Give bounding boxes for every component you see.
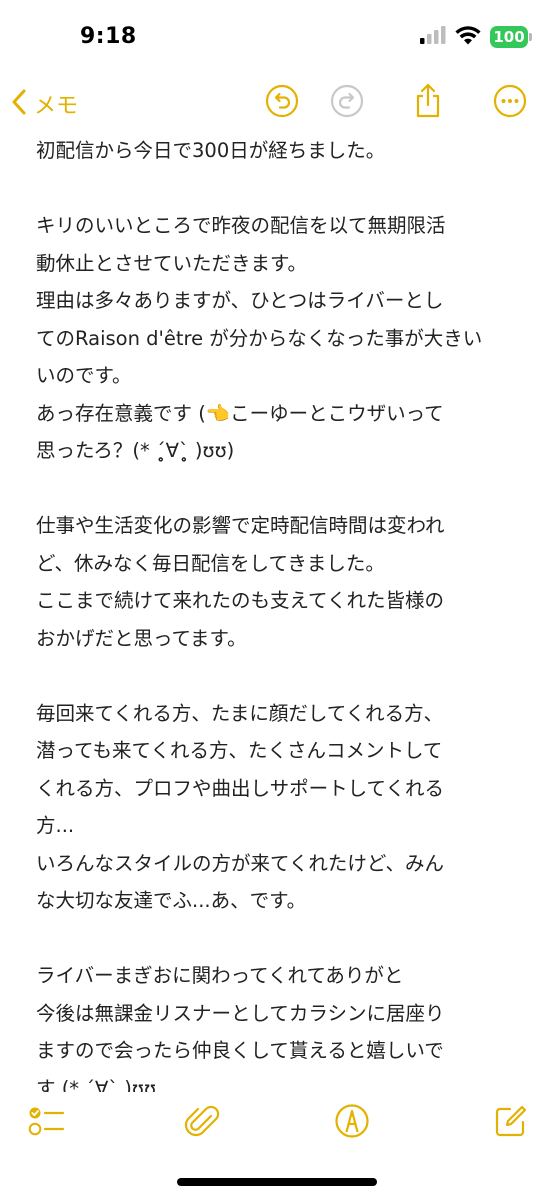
note-line: 思ったろ？(* ˊ̥̥̥̥̥∀ˋ̥̥̥̥̥ )ʊʊ) bbox=[36, 439, 235, 462]
note-line: 潜っても来てくれる方、たくさんコメントして bbox=[36, 739, 443, 762]
undo-button[interactable] bbox=[262, 83, 302, 123]
note-line: ここまで続けて来れたのも支えてくれた皆様の bbox=[36, 589, 444, 612]
bottom-toolbar bbox=[0, 1098, 554, 1148]
back-label: メモ bbox=[34, 94, 79, 119]
battery-icon: 100 bbox=[490, 26, 532, 48]
status-indicators: 100 bbox=[420, 25, 532, 49]
compose-icon bbox=[494, 1104, 528, 1142]
redo-icon bbox=[330, 84, 364, 122]
note-body[interactable]: 初配信から今日で300日が経ちました。キリのいいところで昨夜の配信を以て無期限活… bbox=[36, 132, 526, 1092]
battery-level: 100 bbox=[493, 28, 525, 46]
status-time: 9:18 bbox=[80, 24, 137, 49]
note-line: 今後は無課金リスナーとしてカラシンに居座り bbox=[36, 1001, 445, 1025]
note-line: 動休止とさせていただきます。 bbox=[36, 251, 308, 275]
note-line: あっ存在意義です (👈こーゆーとこウザいって bbox=[36, 401, 444, 425]
checklist-button[interactable] bbox=[26, 1102, 68, 1144]
cellular-signal-icon bbox=[420, 26, 446, 48]
nav-bar: メモ bbox=[0, 76, 554, 132]
note-line: 方... bbox=[36, 814, 75, 837]
note-line: キリのいいところで昨夜の配信を以て無期限活 bbox=[36, 214, 446, 237]
notes-screen: 9:18 100 メモ 初配信から今日で300日が経ちました。 キリのいいところ… bbox=[0, 0, 554, 1200]
note-line bbox=[36, 920, 526, 958]
checklist-icon bbox=[28, 1104, 66, 1142]
compose-button[interactable] bbox=[490, 1102, 532, 1144]
attachment-button[interactable] bbox=[181, 1102, 223, 1144]
note-line: ライバーまぎおに関わってくれてありがと bbox=[36, 964, 404, 987]
note-line: す (* ˊ̥̥̥̥̥∀ˋ̥̥̥̥̥ )ʊʊ bbox=[36, 1076, 156, 1093]
note-line: くれる方、プロフや曲出しサポートしてくれる bbox=[36, 776, 444, 800]
share-button[interactable] bbox=[408, 83, 448, 123]
note-line: いろんなスタイルの方が来てくれたけど、みん bbox=[36, 851, 444, 875]
wifi-icon bbox=[455, 25, 481, 49]
note-line: 理由は多々ありますが、ひとつはライバーとし bbox=[36, 289, 444, 312]
note-line: 初配信から今日で300日が経ちました。 bbox=[36, 139, 386, 162]
chevron-left-icon bbox=[10, 88, 28, 120]
note-line: おかげだと思ってます。 bbox=[36, 626, 247, 650]
attachment-icon bbox=[184, 1102, 220, 1144]
note-line bbox=[36, 657, 526, 695]
more-button[interactable] bbox=[490, 83, 530, 123]
battery-nub bbox=[529, 33, 532, 41]
note-line: な大切な友達でふ...あ、です。 bbox=[36, 889, 307, 912]
status-bar: 9:18 100 bbox=[0, 0, 554, 76]
note-line: てのRaison d'être が分からなくなった事が大きい bbox=[36, 326, 483, 350]
note-line: ど、休みなく毎日配信をしてきました。 bbox=[36, 551, 385, 575]
more-icon bbox=[493, 84, 527, 122]
note-line: 仕事や生活変化の影響で定時配信時間は変われ bbox=[36, 514, 445, 537]
redo-button[interactable] bbox=[327, 83, 367, 123]
note-line: いのです。 bbox=[36, 364, 132, 387]
markup-button[interactable] bbox=[331, 1102, 373, 1144]
markup-icon bbox=[334, 1103, 370, 1143]
share-icon bbox=[413, 83, 443, 123]
note-line: ますので会ったら仲良くして貰えると嬉しいで bbox=[36, 1039, 444, 1062]
note-line: 毎回来てくれる方、たまに顔だしてくれる方、 bbox=[36, 701, 444, 725]
note-line bbox=[36, 170, 526, 208]
undo-icon bbox=[265, 84, 299, 122]
note-line bbox=[36, 470, 526, 508]
back-button[interactable]: メモ bbox=[10, 84, 78, 124]
home-indicator bbox=[177, 1178, 377, 1186]
